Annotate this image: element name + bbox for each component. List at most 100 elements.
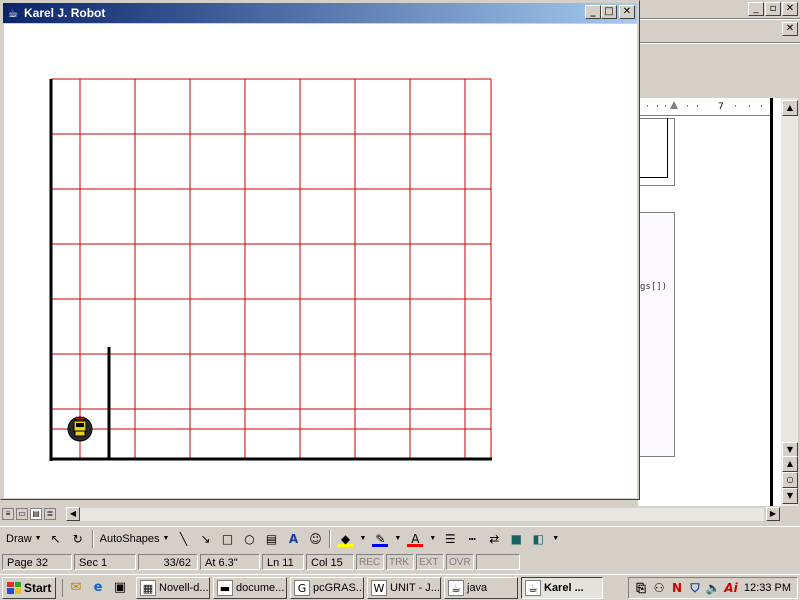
print-layout-view-icon[interactable]: ▤ (30, 508, 42, 520)
dash-style-icon[interactable]: ┅ (464, 531, 480, 547)
app-close-button[interactable]: ✕ (782, 2, 798, 16)
shadow-icon[interactable]: ■ (508, 531, 524, 547)
document-table-cell (638, 118, 668, 178)
window-title: Karel J. Robot (24, 6, 106, 20)
window-controls: _ □ ✕ (585, 5, 635, 19)
start-button[interactable]: Start (2, 576, 56, 599)
app-minimize-button[interactable]: _ (748, 2, 764, 16)
task-label: Karel ... (544, 581, 584, 594)
outline-view-icon[interactable]: ≣ (44, 508, 56, 520)
page-edge (770, 98, 780, 506)
chevron-down-icon: ▼ (34, 535, 42, 542)
status-ovr[interactable]: OVR (446, 554, 474, 570)
drawing-toolbar: Draw ▼ ↖ ↻ AutoShapes ▼ ╲ ↘ □ ○ ▤ A ☺ ◆ … (0, 526, 800, 550)
menu-window-controls: _ ▫ ✕ (748, 2, 798, 16)
oval-icon[interactable]: ○ (241, 531, 257, 547)
select-browse-object-icon[interactable]: ○ (782, 472, 798, 488)
menu-separator (638, 18, 800, 20)
close-button[interactable]: ✕ (619, 5, 635, 19)
novell-n-icon[interactable]: N (669, 580, 685, 596)
start-label: Start (24, 580, 52, 595)
normal-view-icon[interactable]: ≡ (2, 508, 14, 520)
vertical-scrollbar[interactable]: ▲ ▼ ▲ ○ ▼ (780, 98, 798, 506)
autoshapes-menu-button[interactable]: AutoShapes ▼ (100, 533, 170, 545)
task-button[interactable]: ☕ Karel ... (521, 576, 603, 599)
task-button[interactable]: W UNIT - J... (367, 576, 441, 599)
ruler-number: 7 (718, 102, 724, 112)
status-page: Page 32 (2, 554, 72, 570)
status-line: Ln 11 (262, 554, 304, 570)
font-color-icon[interactable]: A (407, 531, 424, 547)
horizontal-scroll-row: ≡ ▭ ▤ ≣ ◀ ▶ (0, 506, 784, 522)
doc-close-button[interactable]: ✕ (782, 22, 798, 36)
java-icon: ☕ (448, 579, 464, 596)
maximize-button[interactable]: □ (601, 5, 617, 19)
task-button[interactable]: ▦ Novell-d... (136, 576, 210, 599)
text-box-icon[interactable]: ▤ (263, 531, 279, 547)
karel-title-bar[interactable]: ☕ Karel J. Robot _ □ ✕ (3, 3, 637, 23)
clip-art-icon[interactable]: ☺ (307, 531, 323, 547)
web-layout-view-icon[interactable]: ▭ (16, 508, 28, 520)
scroll-up-icon[interactable]: ▲ (782, 100, 798, 116)
show-desktop-icon[interactable]: ▣ (111, 579, 129, 597)
antivirus-icon[interactable]: ⚇ (651, 580, 667, 596)
app-restore-button[interactable]: ▫ (765, 2, 781, 16)
chevron-down-icon[interactable]: ▼ (394, 535, 401, 542)
status-trk[interactable]: TRK (386, 554, 414, 570)
line-color-icon[interactable]: ✎ (372, 531, 389, 547)
next-page-icon[interactable]: ▼ (782, 488, 798, 504)
robot-icon (67, 416, 93, 442)
rectangle-icon[interactable]: □ (219, 531, 235, 547)
3d-icon[interactable]: ◧ (530, 531, 546, 547)
minimize-button[interactable]: _ (585, 5, 601, 19)
arrow-style-icon[interactable]: ⇄ (486, 531, 502, 547)
folder-icon: ▬ (217, 579, 233, 596)
status-language (476, 554, 520, 570)
status-section: Sec 1 (74, 554, 136, 570)
code-box (638, 212, 675, 457)
free-rotate-icon[interactable]: ↻ (70, 531, 86, 547)
line-style-icon[interactable]: ☰ (442, 531, 458, 547)
scroll-right-icon[interactable]: ▶ (766, 507, 780, 521)
ati-icon[interactable]: Ai (723, 580, 739, 596)
horizontal-scrollbar[interactable] (80, 508, 764, 521)
volume-icon[interactable]: 🔈 (705, 580, 721, 596)
status-bar: Page 32 Sec 1 33/62 At 6.3" Ln 11 Col 15… (0, 552, 800, 572)
clock[interactable]: 12:33 PM (744, 582, 791, 594)
status-at: At 6.3" (200, 554, 260, 570)
chevron-down-icon[interactable]: ▼ (552, 535, 559, 542)
task-button[interactable]: GpcGRAS... (290, 576, 364, 599)
arrow-icon[interactable]: ↘ (197, 531, 213, 547)
word-icon: W (371, 579, 387, 596)
line-icon[interactable]: ╲ (175, 531, 191, 547)
java-cup-icon[interactable]: ☕ (5, 5, 21, 21)
code-fragment: gs[]) (640, 282, 668, 292)
karel-world-canvas[interactable] (4, 24, 637, 498)
task-list: ▦ Novell-d... ▬ docume... GpcGRAS... W UNIT - … (133, 576, 603, 599)
chevron-down-icon[interactable]: ▼ (359, 535, 366, 542)
karel-window: ☕ Karel J. Robot _ □ ✕ (0, 0, 640, 500)
task-button[interactable]: ▬ docume... (213, 576, 287, 599)
status-ext[interactable]: EXT (416, 554, 444, 570)
internet-explorer-icon[interactable]: e (89, 579, 107, 597)
draw-menu-button[interactable]: Draw ▼ (6, 533, 42, 545)
indent-marker[interactable] (670, 101, 678, 109)
previous-page-icon[interactable]: ▲ (782, 456, 798, 472)
wordart-icon[interactable]: A (285, 531, 301, 547)
select-objects-icon[interactable]: ↖ (48, 531, 64, 547)
taskbar: Start ✉ e ▣ ▦ Novell-d... ▬ docume... GpcGRA… (0, 574, 800, 600)
scroll-left-icon[interactable]: ◀ (66, 507, 80, 521)
fill-color-icon[interactable]: ◆ (337, 531, 354, 547)
status-page-of: 33/62 (138, 554, 198, 570)
status-rec[interactable]: REC (356, 554, 384, 570)
chevron-down-icon[interactable]: ▼ (429, 535, 436, 542)
shield-icon[interactable]: ⛉ (687, 580, 703, 596)
task-button[interactable]: ☕ java (444, 576, 518, 599)
network-icon[interactable]: ⎘ (633, 580, 649, 596)
pcgrasp-icon: G (294, 579, 310, 596)
doc-controls: ✕ (782, 22, 798, 36)
ruler[interactable]: · · · · · 7 · · · (638, 98, 770, 116)
quick-launch: ✉ e ▣ (62, 578, 129, 597)
task-label: Novell-d... (159, 581, 209, 594)
outlook-icon[interactable]: ✉ (67, 579, 85, 597)
